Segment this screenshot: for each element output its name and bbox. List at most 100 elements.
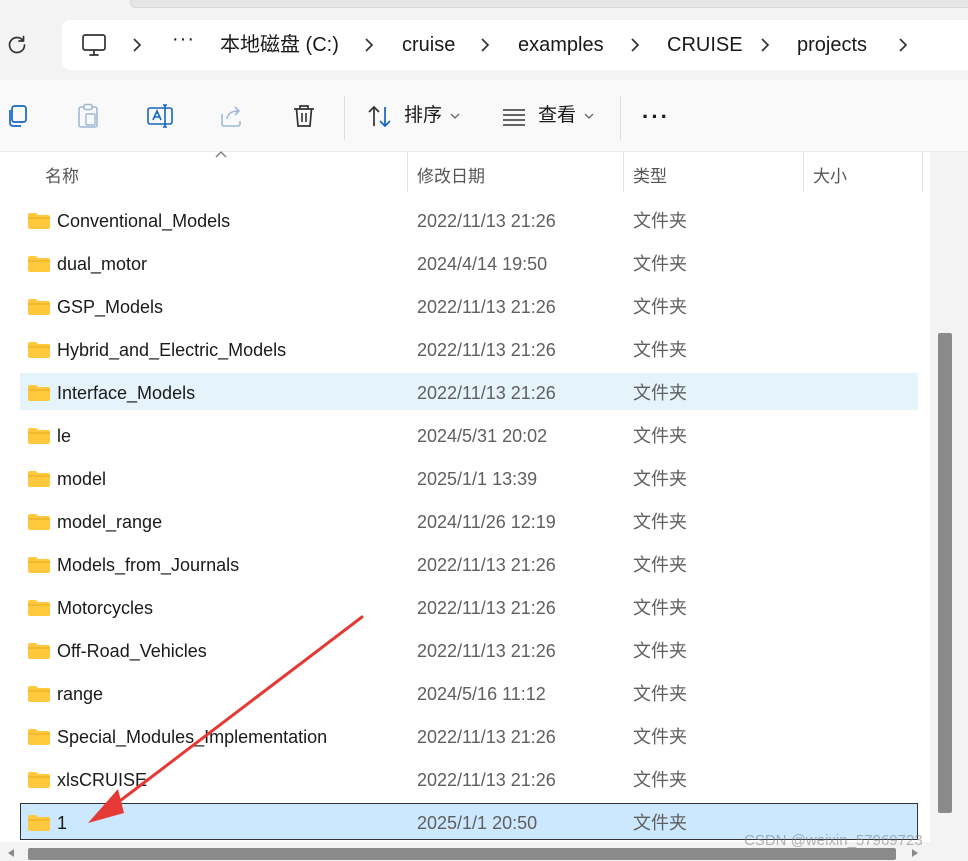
breadcrumb-item-cruise[interactable]: cruise bbox=[402, 32, 455, 58]
chevron-right-icon[interactable] bbox=[360, 36, 378, 54]
file-row[interactable]: Conventional_Models 2022/11/13 21:26 文件夹 bbox=[20, 199, 918, 242]
window-top-edge bbox=[130, 0, 968, 8]
file-date: 2022/11/13 21:26 bbox=[417, 340, 556, 360]
breadcrumb-item-examples[interactable]: examples bbox=[518, 32, 604, 58]
file-type: 文件夹 bbox=[633, 555, 687, 575]
file-type: 文件夹 bbox=[633, 297, 687, 317]
breadcrumb-item-projects[interactable]: projects bbox=[797, 32, 867, 58]
refresh-icon[interactable] bbox=[6, 34, 28, 56]
file-name[interactable]: 1 bbox=[57, 811, 67, 835]
chevron-right-icon[interactable] bbox=[894, 36, 912, 54]
file-name[interactable]: Motorcycles bbox=[57, 596, 153, 620]
delete-icon[interactable] bbox=[290, 102, 318, 130]
breadcrumb-overflow[interactable]: ··· bbox=[172, 28, 195, 51]
file-row[interactable]: Interface_Models 2022/11/13 21:26 文件夹 bbox=[20, 371, 918, 414]
column-divider[interactable] bbox=[803, 152, 804, 192]
column-divider[interactable] bbox=[623, 152, 624, 192]
file-name[interactable]: xlsCRUISE bbox=[57, 768, 147, 792]
file-date: 2022/11/13 21:26 bbox=[417, 211, 556, 231]
file-name[interactable]: le bbox=[57, 424, 71, 448]
file-name[interactable]: Interface_Models bbox=[57, 381, 195, 405]
file-date: 2022/11/13 21:26 bbox=[417, 297, 556, 317]
scroll-left-icon[interactable] bbox=[6, 848, 16, 858]
file-row[interactable]: model_range 2024/11/26 12:19 文件夹 bbox=[20, 500, 918, 543]
column-divider[interactable] bbox=[407, 152, 408, 192]
file-date: 2024/11/26 12:19 bbox=[417, 512, 556, 532]
folder-icon bbox=[28, 643, 50, 659]
file-type: 文件夹 bbox=[633, 512, 687, 532]
file-date: 2022/11/13 21:26 bbox=[417, 770, 556, 790]
chevron-down-icon[interactable] bbox=[584, 112, 594, 120]
chevron-down-icon[interactable] bbox=[450, 112, 460, 120]
horizontal-scrollbar-thumb[interactable] bbox=[28, 848, 896, 860]
scroll-right-icon[interactable] bbox=[910, 848, 920, 858]
file-row[interactable]: GSP_Models 2022/11/13 21:26 文件夹 bbox=[20, 285, 918, 328]
file-type: 文件夹 bbox=[633, 727, 687, 747]
file-name[interactable]: model_range bbox=[57, 510, 162, 534]
chevron-right-icon[interactable] bbox=[476, 36, 494, 54]
file-row[interactable]: xlsCRUISE 2022/11/13 21:26 文件夹 bbox=[20, 758, 918, 801]
file-row[interactable]: model 2025/1/1 13:39 文件夹 bbox=[20, 457, 918, 500]
paste-icon bbox=[78, 103, 98, 128]
file-row[interactable]: le 2024/5/31 20:02 文件夹 bbox=[20, 414, 918, 457]
chevron-right-icon[interactable] bbox=[756, 36, 774, 54]
file-date: 2022/11/13 21:26 bbox=[417, 383, 556, 403]
view-icon[interactable] bbox=[500, 102, 528, 130]
folder-icon bbox=[28, 385, 50, 401]
file-row[interactable]: Off-Road_Vehicles 2022/11/13 21:26 文件夹 bbox=[20, 629, 918, 672]
folder-icon bbox=[28, 213, 50, 229]
file-date: 2024/4/14 19:50 bbox=[417, 254, 548, 274]
folder-icon bbox=[28, 815, 50, 831]
this-pc-icon[interactable] bbox=[80, 32, 108, 58]
file-type: 文件夹 bbox=[633, 383, 687, 403]
column-header-size[interactable]: 大小 bbox=[813, 162, 847, 187]
file-type: 文件夹 bbox=[633, 598, 687, 618]
file-type: 文件夹 bbox=[633, 254, 687, 274]
toolbar-divider bbox=[620, 96, 621, 140]
chevron-right-icon[interactable] bbox=[128, 36, 146, 54]
file-name[interactable]: model bbox=[57, 467, 106, 491]
file-name[interactable]: Conventional_Models bbox=[57, 209, 230, 233]
chevron-right-icon[interactable] bbox=[626, 36, 644, 54]
breadcrumb[interactable]: ··· 本地磁盘 (C:) cruise examples CRUISE pro… bbox=[62, 20, 968, 70]
file-list: Conventional_Models 2022/11/13 21:26 文件夹 du… bbox=[20, 199, 918, 844]
folder-icon bbox=[28, 729, 50, 745]
file-name[interactable]: range bbox=[57, 682, 103, 706]
view-button[interactable]: 查看 bbox=[538, 104, 576, 128]
column-header-date[interactable]: 修改日期 bbox=[417, 162, 485, 187]
file-name[interactable]: Hybrid_and_Electric_Models bbox=[57, 338, 286, 362]
file-date: 2022/11/13 21:26 bbox=[417, 598, 556, 618]
column-divider[interactable] bbox=[922, 152, 923, 192]
column-header-type[interactable]: 类型 bbox=[633, 162, 667, 187]
file-row[interactable]: Motorcycles 2022/11/13 21:26 文件夹 bbox=[20, 586, 918, 629]
file-date: 2024/5/16 11:12 bbox=[417, 684, 546, 704]
file-name[interactable]: Models_from_Journals bbox=[57, 553, 239, 577]
file-name[interactable]: Special_Modules_Implementation bbox=[57, 725, 327, 749]
copy-icon[interactable] bbox=[4, 102, 32, 130]
file-row[interactable]: Special_Modules_Implementation 2022/11/13… bbox=[20, 715, 918, 758]
file-row[interactable]: range 2024/5/16 11:12 文件夹 bbox=[20, 672, 918, 715]
file-name[interactable]: GSP_Models bbox=[57, 295, 163, 319]
file-row[interactable]: Hybrid_and_Electric_Models 2022/11/13 21:… bbox=[20, 328, 918, 371]
file-row[interactable]: dual_motor 2024/4/14 19:50 文件夹 bbox=[20, 242, 918, 285]
file-type: 文件夹 bbox=[633, 211, 687, 231]
folder-icon bbox=[28, 686, 50, 702]
breadcrumb-item-drive[interactable]: 本地磁盘 (C:) bbox=[220, 32, 339, 58]
file-type: 文件夹 bbox=[633, 770, 687, 790]
column-header-row: 名称 修改日期 类型 大小 bbox=[0, 152, 930, 194]
file-name[interactable]: Off-Road_Vehicles bbox=[57, 639, 207, 663]
column-header-name[interactable]: 名称 bbox=[45, 162, 79, 187]
rename-icon[interactable] bbox=[146, 102, 174, 130]
vertical-scrollbar-thumb[interactable] bbox=[938, 333, 952, 813]
folder-icon bbox=[28, 514, 50, 530]
command-bar: 排序 查看 ··· bbox=[0, 80, 968, 152]
file-name[interactable]: dual_motor bbox=[57, 252, 147, 276]
toolbar-divider bbox=[344, 96, 345, 140]
sort-icon[interactable] bbox=[366, 102, 394, 130]
folder-icon bbox=[28, 557, 50, 573]
file-row[interactable]: Models_from_Journals 2022/11/13 21:26 文件夹 bbox=[20, 543, 918, 586]
more-options-button[interactable]: ··· bbox=[642, 104, 670, 130]
sort-button[interactable]: 排序 bbox=[404, 104, 442, 128]
file-type: 文件夹 bbox=[633, 813, 687, 833]
breadcrumb-item-cruise-upper[interactable]: CRUISE bbox=[667, 32, 743, 58]
